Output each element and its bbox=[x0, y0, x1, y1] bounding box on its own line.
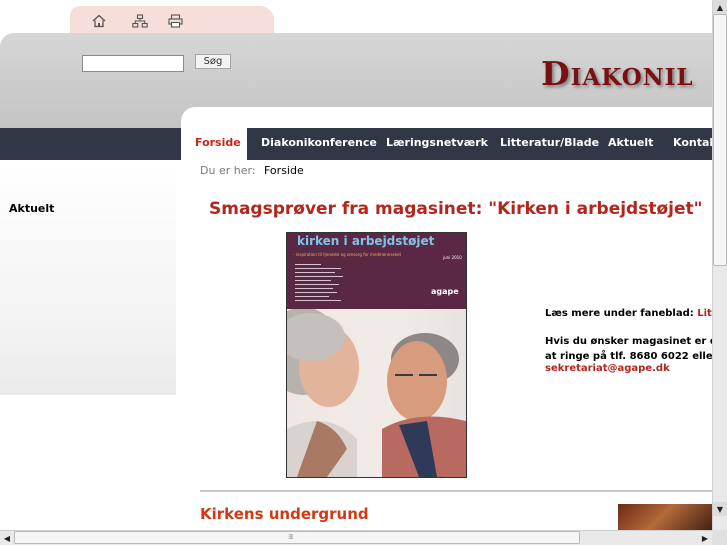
breadcrumb-current[interactable]: Forside bbox=[264, 164, 304, 177]
magazine-subtitle: - inspiration til tjeneste og omsorg for… bbox=[293, 252, 402, 257]
scroll-up-arrow-icon[interactable]: ▲ bbox=[713, 0, 727, 14]
nav-item-laeringsnetvaerk[interactable]: Læringsnetværk bbox=[386, 128, 488, 160]
second-article-title[interactable]: Kirkens undergrund bbox=[200, 505, 369, 523]
print-icon[interactable] bbox=[166, 12, 184, 30]
content-tab-top bbox=[181, 107, 727, 128]
home-icon[interactable] bbox=[90, 12, 108, 30]
magazine-text-line bbox=[295, 288, 333, 289]
magazine-date: juni 2010 bbox=[443, 255, 462, 260]
sidebar-item-aktuelt[interactable]: Aktuelt bbox=[9, 202, 54, 215]
second-article-image[interactable] bbox=[618, 504, 715, 532]
contact-text: Hvis du ønsker magasinet er du at ringe … bbox=[545, 334, 727, 364]
vertical-scroll-thumb[interactable] bbox=[713, 14, 727, 266]
contact-line-2: at ringe på tlf. 8680 6022 eller sk bbox=[545, 351, 727, 362]
nav-item-forside[interactable]: Forside bbox=[195, 128, 241, 160]
magazine-text-line bbox=[295, 276, 343, 277]
scroll-left-arrow-icon[interactable]: ◀ bbox=[0, 531, 14, 545]
magazine-text-line bbox=[295, 268, 341, 269]
read-more-prefix: Læs mere under faneblad: bbox=[545, 308, 698, 319]
site-logo[interactable]: Diakonil bbox=[541, 54, 694, 94]
nav-item-litteratur-blade[interactable]: Litteratur/Blade bbox=[500, 128, 599, 160]
breadcrumb-label: Du er her: bbox=[200, 164, 256, 177]
magazine-text-line bbox=[295, 280, 331, 281]
nav-item-diakonikonference[interactable]: Diakonikonference bbox=[261, 128, 377, 160]
sitemap-icon[interactable] bbox=[131, 12, 149, 30]
search-input[interactable] bbox=[82, 55, 184, 72]
contact-line-1: Hvis du ønsker magasinet er du bbox=[545, 336, 725, 347]
nav-item-aktuelt[interactable]: Aktuelt bbox=[608, 128, 653, 160]
sidebar bbox=[0, 160, 176, 395]
article-title[interactable]: Smagsprøver fra magasinet: "Kirken i arb… bbox=[209, 199, 702, 219]
magazine-title: kirken i arbejdstøjet bbox=[297, 234, 435, 248]
magazine-cover-header: kirken i arbejdstøjet - inspiration til … bbox=[287, 233, 466, 309]
email-link[interactable]: sekretariat@agape.dk bbox=[545, 363, 670, 374]
magazine-logo: agape bbox=[431, 287, 459, 296]
magazine-text-line bbox=[295, 284, 339, 285]
magazine-cover-image[interactable]: kirken i arbejdstøjet - inspiration til … bbox=[286, 232, 467, 478]
search-button[interactable]: Søg bbox=[195, 54, 231, 69]
magazine-photo bbox=[287, 309, 466, 477]
magazine-text-line bbox=[295, 272, 335, 273]
magazine-text-line bbox=[295, 292, 337, 293]
divider bbox=[200, 490, 715, 492]
scroll-right-arrow-icon[interactable]: ▶ bbox=[698, 531, 712, 545]
scroll-grip-icon: ⁞⁞⁞⁞ bbox=[288, 533, 294, 541]
read-more-text: Læs mere under faneblad: Litter bbox=[545, 308, 727, 319]
magazine-text-line bbox=[295, 300, 341, 301]
magazine-text-line bbox=[295, 264, 321, 265]
horizontal-scroll-thumb[interactable] bbox=[14, 531, 580, 544]
scroll-down-arrow-icon[interactable]: ▼ bbox=[713, 502, 727, 516]
scroll-corner bbox=[712, 530, 727, 545]
magazine-text-line bbox=[295, 296, 329, 297]
